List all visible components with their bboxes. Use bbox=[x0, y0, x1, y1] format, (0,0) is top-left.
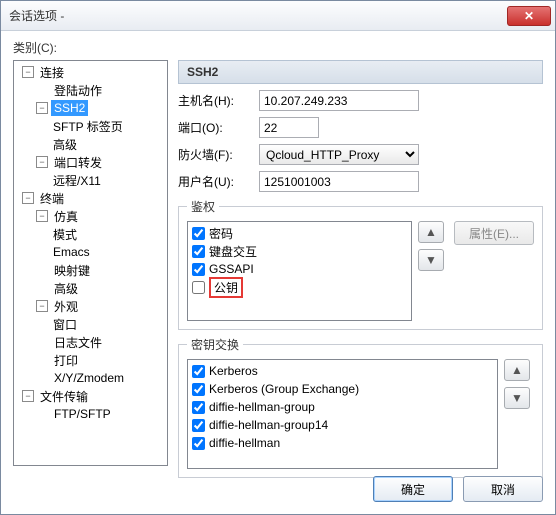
auth-check-keyboard[interactable] bbox=[192, 245, 205, 258]
category-tree[interactable]: −连接 登陆动作 −SSH2 SFTP 标签页 高级 −端口转发 远程/X11 … bbox=[13, 60, 168, 466]
titlebar: 会话选项 - ✕ bbox=[1, 1, 555, 31]
list-item[interactable]: Kerberos (Group Exchange) bbox=[190, 380, 495, 398]
kex-check[interactable] bbox=[192, 419, 205, 432]
tree-item-xyzmodem[interactable]: X/Y/Zmodem bbox=[14, 369, 167, 387]
collapse-icon[interactable]: − bbox=[22, 192, 34, 204]
close-button[interactable]: ✕ bbox=[507, 6, 551, 26]
tree-item-emacs[interactable]: Emacs bbox=[14, 243, 167, 261]
list-item[interactable]: diffie-hellman-group14 bbox=[190, 416, 495, 434]
tree-item-window[interactable]: 窗口 bbox=[14, 315, 167, 333]
list-item[interactable]: 键盘交互 bbox=[190, 242, 409, 260]
tree-item-print[interactable]: 打印 bbox=[14, 351, 167, 369]
collapse-icon[interactable]: − bbox=[36, 156, 48, 168]
list-item[interactable]: 密码 bbox=[190, 224, 409, 242]
triangle-up-icon: ▲ bbox=[511, 363, 523, 377]
tree-item-mapkeys[interactable]: 映射键 bbox=[14, 261, 167, 279]
firewall-label: 防火墙(F): bbox=[178, 146, 253, 163]
move-down-button[interactable]: ▼ bbox=[418, 249, 444, 271]
dialog-window: 会话选项 - ✕ 类别(C): −连接 登陆动作 −SSH2 SFTP 标签页 … bbox=[0, 0, 556, 515]
kex-legend: 密钥交换 bbox=[187, 336, 243, 353]
tree-item-ftpsftp[interactable]: FTP/SFTP bbox=[14, 405, 167, 423]
kex-check[interactable] bbox=[192, 383, 205, 396]
publickey-highlight: 公钥 bbox=[209, 277, 243, 298]
tree-item-logfile[interactable]: 日志文件 bbox=[14, 333, 167, 351]
tree-item-advanced[interactable]: 高级 bbox=[14, 135, 167, 153]
list-item[interactable]: diffie-hellman bbox=[190, 434, 495, 452]
move-down-button[interactable]: ▼ bbox=[504, 387, 530, 409]
username-input[interactable] bbox=[259, 171, 419, 192]
tree-item-emulation[interactable]: −仿真 bbox=[14, 207, 167, 225]
tree-item-login[interactable]: 登陆动作 bbox=[14, 81, 167, 99]
settings-panel: SSH2 主机名(H): 端口(O): 防火墙(F): Qcloud_HTTP_… bbox=[178, 60, 543, 466]
kex-listbox[interactable]: Kerberos Kerberos (Group Exchange) diffi… bbox=[187, 359, 498, 469]
auth-listbox[interactable]: 密码 键盘交互 GSSAPI 公钥 bbox=[187, 221, 412, 321]
ok-button[interactable]: 确定 bbox=[373, 476, 453, 502]
auth-legend: 鉴权 bbox=[187, 198, 219, 215]
auth-check-password[interactable] bbox=[192, 227, 205, 240]
port-input[interactable] bbox=[259, 117, 319, 138]
kex-check[interactable] bbox=[192, 401, 205, 414]
collapse-icon[interactable]: − bbox=[36, 210, 48, 222]
list-item[interactable]: diffie-hellman-group bbox=[190, 398, 495, 416]
panel-title: SSH2 bbox=[178, 60, 543, 84]
collapse-icon[interactable]: − bbox=[22, 390, 34, 402]
list-item[interactable]: GSSAPI bbox=[190, 260, 409, 278]
kex-check[interactable] bbox=[192, 365, 205, 378]
kex-check[interactable] bbox=[192, 437, 205, 450]
triangle-up-icon: ▲ bbox=[425, 225, 437, 239]
auth-group: 鉴权 密码 键盘交互 GSSAPI 公钥 ▲ ▼ bbox=[178, 198, 543, 330]
triangle-down-icon: ▼ bbox=[425, 253, 437, 267]
list-item[interactable]: 公钥 bbox=[190, 278, 409, 296]
triangle-down-icon: ▼ bbox=[511, 391, 523, 405]
port-label: 端口(O): bbox=[178, 119, 253, 136]
kex-group: 密钥交换 Kerberos Kerberos (Group Exchange) … bbox=[178, 336, 543, 478]
collapse-icon[interactable]: − bbox=[36, 102, 48, 114]
close-icon: ✕ bbox=[524, 9, 534, 23]
tree-item-ssh2[interactable]: −SSH2 bbox=[14, 99, 167, 117]
tree-item-mode[interactable]: 模式 bbox=[14, 225, 167, 243]
dialog-footer: 确定 取消 bbox=[13, 466, 543, 502]
collapse-icon[interactable]: − bbox=[22, 66, 34, 78]
tree-item-filetransfer[interactable]: −文件传输 bbox=[14, 387, 167, 405]
tree-item-terminal[interactable]: −终端 bbox=[14, 189, 167, 207]
tree-item-remote-x11[interactable]: 远程/X11 bbox=[14, 171, 167, 189]
cancel-button[interactable]: 取消 bbox=[463, 476, 543, 502]
tree-item-appearance[interactable]: −外观 bbox=[14, 297, 167, 315]
auth-check-publickey[interactable] bbox=[192, 281, 205, 294]
category-label: 类别(C): bbox=[13, 39, 543, 56]
move-up-button[interactable]: ▲ bbox=[418, 221, 444, 243]
move-up-button[interactable]: ▲ bbox=[504, 359, 530, 381]
window-title: 会话选项 - bbox=[9, 7, 507, 24]
list-item[interactable]: Kerberos bbox=[190, 362, 495, 380]
tree-item-connection[interactable]: −连接 bbox=[14, 63, 167, 81]
properties-button: 属性(E)... bbox=[454, 221, 534, 245]
hostname-label: 主机名(H): bbox=[178, 92, 253, 109]
auth-check-gssapi[interactable] bbox=[192, 263, 205, 276]
hostname-input[interactable] bbox=[259, 90, 419, 111]
tree-item-sftp-tab[interactable]: SFTP 标签页 bbox=[14, 117, 167, 135]
tree-item-advanced2[interactable]: 高级 bbox=[14, 279, 167, 297]
tree-item-port-forward[interactable]: −端口转发 bbox=[14, 153, 167, 171]
collapse-icon[interactable]: − bbox=[36, 300, 48, 312]
firewall-select[interactable]: Qcloud_HTTP_Proxy bbox=[259, 144, 419, 165]
username-label: 用户名(U): bbox=[178, 173, 253, 190]
